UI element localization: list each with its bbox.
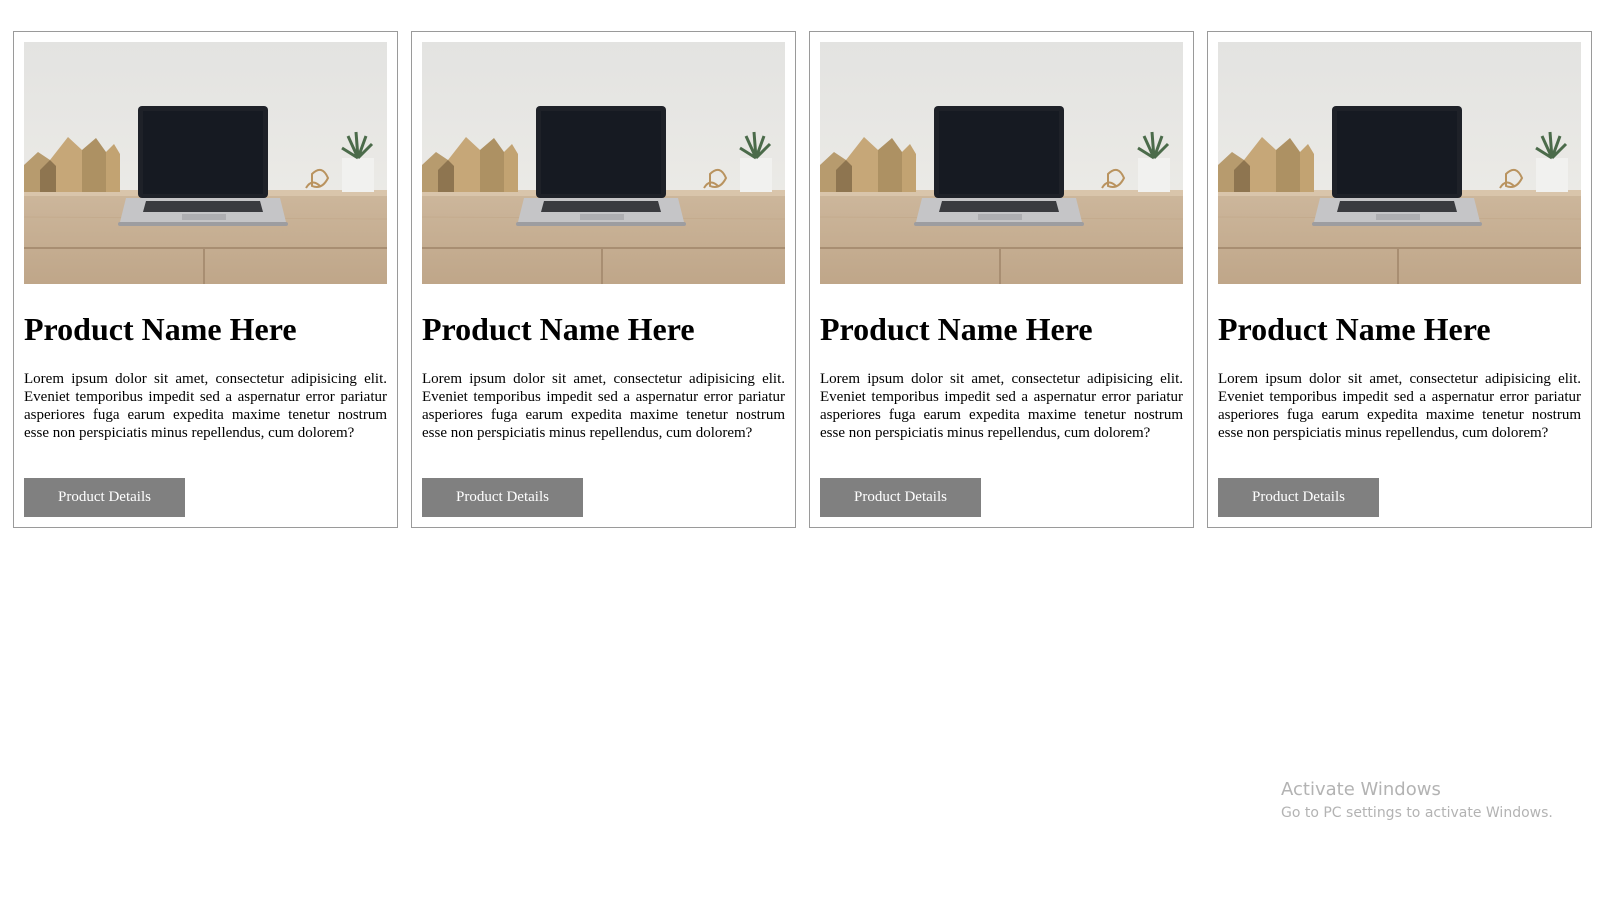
product-description: Lorem ipsum dolor sit amet, consectetur … — [820, 371, 1183, 441]
product-card-list: Product Name Here Lorem ipsum dolor sit … — [13, 31, 1592, 528]
product-title: Product Name Here — [24, 311, 297, 347]
product-card: Product Name Here Lorem ipsum dolor sit … — [411, 31, 796, 528]
product-image — [820, 42, 1183, 284]
product-details-button[interactable]: Product Details — [1218, 478, 1379, 517]
product-card: Product Name Here Lorem ipsum dolor sit … — [809, 31, 1194, 528]
laptop-on-desk-photo — [1218, 42, 1581, 284]
product-card: Product Name Here Lorem ipsum dolor sit … — [1207, 31, 1592, 528]
product-image — [422, 42, 785, 284]
product-image — [1218, 42, 1581, 284]
product-card: Product Name Here Lorem ipsum dolor sit … — [13, 31, 398, 528]
laptop-on-desk-photo — [422, 42, 785, 284]
product-title: Product Name Here — [1218, 311, 1491, 347]
laptop-on-desk-photo — [820, 42, 1183, 284]
product-description: Lorem ipsum dolor sit amet, consectetur … — [422, 371, 785, 441]
product-description: Lorem ipsum dolor sit amet, consectetur … — [1218, 371, 1581, 441]
watermark-title: Activate Windows — [1281, 779, 1441, 800]
product-image — [24, 42, 387, 284]
activate-windows-watermark: Activate Windows Go to PC settings to ac… — [1281, 779, 1553, 823]
product-details-button[interactable]: Product Details — [422, 478, 583, 517]
laptop-on-desk-photo — [24, 42, 387, 284]
watermark-subtitle: Go to PC settings to activate Windows. — [1281, 805, 1553, 821]
product-title: Product Name Here — [820, 311, 1093, 347]
product-description: Lorem ipsum dolor sit amet, consectetur … — [24, 371, 387, 441]
product-details-button[interactable]: Product Details — [820, 478, 981, 517]
product-details-button[interactable]: Product Details — [24, 478, 185, 517]
product-title: Product Name Here — [422, 311, 695, 347]
